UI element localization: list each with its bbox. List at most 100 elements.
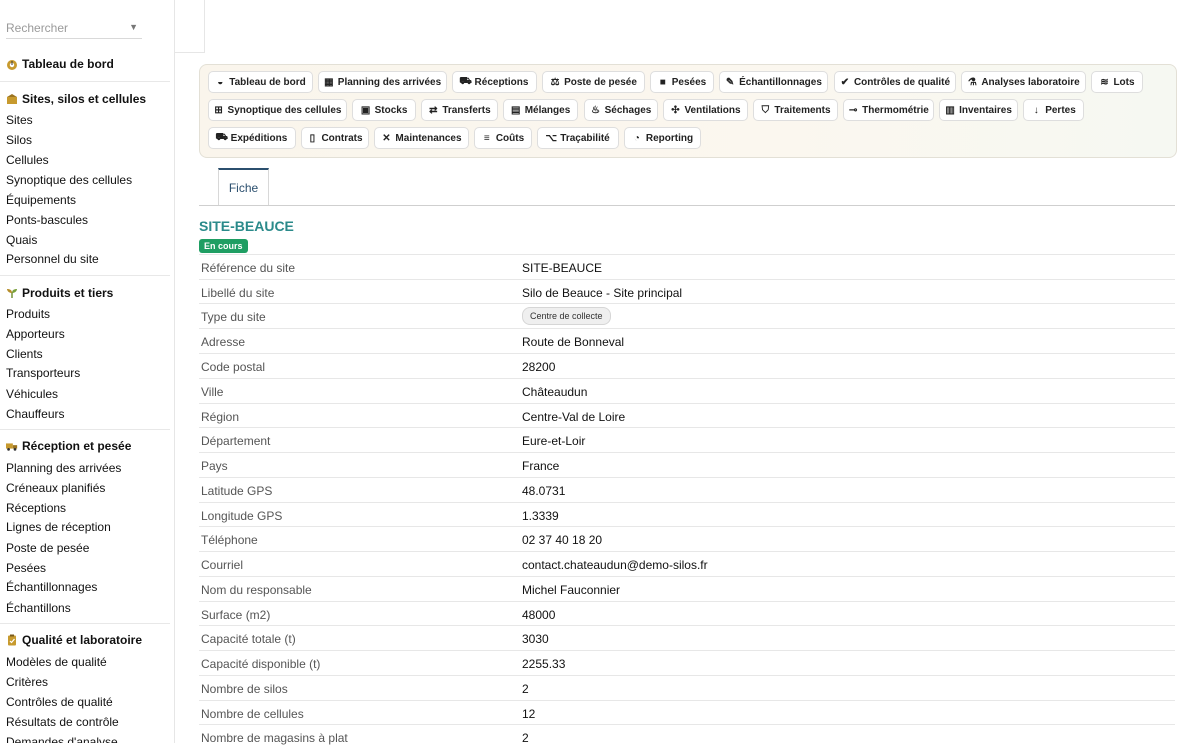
field-label: Nombre de silos (201, 682, 288, 696)
field-value: Châteaudun (522, 385, 588, 399)
sidebar-item-quais[interactable]: Quais (6, 233, 37, 247)
sidebar-item-demandes-analyse[interactable]: Demandes d'analyse (6, 735, 118, 743)
header-box (174, 0, 205, 53)
field-label: Nom du responsable (201, 583, 312, 597)
sidebar-item-apporteurs[interactable]: Apporteurs (6, 327, 65, 341)
sidebar-item-receptions[interactable]: Réceptions (6, 501, 66, 515)
field-row: Code postal 28200 (199, 353, 1175, 379)
truck-icon (6, 440, 18, 452)
sidebar-item-poste-pesee[interactable]: Poste de pesée (6, 541, 89, 555)
menu-receptions[interactable]: ⛟ Réceptions (452, 71, 537, 93)
sidebar-item-chauffeurs[interactable]: Chauffeurs (6, 407, 64, 421)
menu-synoptique-cellules[interactable]: ⊞ Synoptique des cellules (208, 99, 347, 121)
menu-label: Ventilations (684, 104, 741, 116)
field-label: Téléphone (201, 533, 258, 547)
menu-controles-qualite[interactable]: ✔ Contrôles de qualité (834, 71, 956, 93)
sidebar-item-silos[interactable]: Silos (6, 133, 32, 147)
sidebar-item-vehicules[interactable]: Véhicules (6, 387, 58, 401)
menu-contrats[interactable]: ▯ Contrats (301, 127, 369, 149)
menu-stocks[interactable]: ▣ Stocks (352, 99, 416, 121)
menu-inventaires[interactable]: ▥ Inventaires (939, 99, 1018, 121)
menu-reporting[interactable]: ◔ Reporting (624, 127, 701, 149)
field-value: 48.0731 (522, 484, 566, 498)
menu-analyses-laboratoire[interactable]: ⚗ Analyses laboratoire (961, 71, 1086, 93)
menu-poste-pesee[interactable]: ⚖ Poste de pesée (542, 71, 645, 93)
sidebar-item-echantillons[interactable]: Échantillons (6, 601, 71, 615)
grid-icon: ⊞ (214, 104, 223, 116)
menu-expeditions[interactable]: ⛟ Expéditions (208, 127, 296, 149)
sidebar-item-modeles-qualite[interactable]: Modèles de qualité (6, 655, 107, 669)
fan-icon: ✣ (671, 104, 680, 116)
sidebar-item-planning[interactable]: Planning des arrivées (6, 461, 121, 475)
sidebar-item-cellules[interactable]: Cellules (6, 153, 49, 167)
field-row: Nombre de magasins à plat 2 (199, 724, 1175, 745)
menu-label: Planning des arrivées (337, 76, 442, 88)
sidebar-item-transporteurs[interactable]: Transporteurs (6, 366, 80, 380)
sidebar-item-lignes-reception[interactable]: Lignes de réception (6, 520, 111, 534)
field-label: Libellé du site (201, 286, 275, 300)
shuffle-icon: ⇄ (429, 104, 438, 116)
menu-label: Transferts (442, 104, 491, 116)
sidebar-item-echantillonnages[interactable]: Échantillonnages (6, 580, 97, 594)
sidebar-section-title: Produits et tiers (22, 286, 114, 300)
sidebar-item-sites[interactable]: Sites (6, 113, 33, 127)
page-title: SITE-BEAUCE (199, 218, 294, 234)
field-row: Région Centre-Val de Loire (199, 403, 1175, 429)
menu-thermometrie[interactable]: ⊸ Thermométrie (843, 99, 934, 121)
menu-pertes[interactable]: ↓ Pertes (1023, 99, 1084, 121)
sidebar-item-controles-qualite[interactable]: Contrôles de qualité (6, 695, 113, 709)
boxes-icon: ▣ (360, 104, 371, 116)
menu-label: Thermométrie (862, 104, 929, 116)
pie-chart-icon: ◔ (633, 132, 640, 144)
menu-echantillonnages[interactable]: ✎ Échantillonnages (719, 71, 828, 93)
microscope-icon: ⚗ (967, 76, 977, 88)
field-label: Capacité disponible (t) (201, 657, 321, 671)
menu-traitements[interactable]: ⛉ Traitements (753, 99, 838, 121)
sidebar-item-pesees[interactable]: Pesées (6, 561, 46, 575)
sidebar-section-sites[interactable]: Sites, silos et cellules (6, 92, 146, 106)
menu-label: Traitements (774, 104, 831, 116)
menu-planning-arrivees[interactable]: ▦ Planning des arrivées (318, 71, 447, 93)
sidebar-item-clients[interactable]: Clients (6, 347, 43, 361)
sidebar-item-ponts-bascules[interactable]: Ponts-bascules (6, 213, 88, 227)
menu-maintenances[interactable]: ✕ Maintenances (374, 127, 469, 149)
chevron-down-icon[interactable]: ▼ (129, 22, 138, 32)
menu-melanges[interactable]: ▤ Mélanges (503, 99, 578, 121)
sidebar-section-qualite[interactable]: Qualité et laboratoire (6, 633, 142, 647)
field-label: Surface (m2) (201, 608, 271, 622)
sidebar-item-equipements[interactable]: Équipements (6, 193, 76, 207)
arrow-down-icon: ↓ (1033, 104, 1039, 116)
divider (0, 623, 170, 624)
sidebar-item-synoptique[interactable]: Synoptique des cellules (6, 173, 132, 187)
sidebar-item-criteres[interactable]: Critères (6, 675, 48, 689)
menu-ventilations[interactable]: ✣ Ventilations (663, 99, 748, 121)
sidebar-section-reception[interactable]: Réception et pesée (6, 439, 131, 453)
pipette-icon: ✎ (725, 76, 735, 88)
sidebar-item-creneaux[interactable]: Créneaux planifiés (6, 481, 105, 495)
menu-lots[interactable]: ≋ Lots (1091, 71, 1143, 93)
menu-pesees[interactable]: ■ Pesées (650, 71, 714, 93)
sidebar-item-produits[interactable]: Produits (6, 307, 50, 321)
tab-fiche[interactable]: Fiche (218, 168, 269, 205)
menu-transferts[interactable]: ⇄ Transferts (421, 99, 498, 121)
sidebar-section-title: Qualité et laboratoire (22, 633, 143, 647)
menu-label: Inventaires (959, 104, 1012, 116)
field-row: Longitude GPS 1.3339 (199, 502, 1175, 528)
menu-sechages[interactable]: ♨ Séchages (584, 99, 658, 121)
sidebar-dashboard[interactable]: Tableau de bord (6, 57, 114, 71)
sidebar-section-produits[interactable]: Produits et tiers (6, 286, 113, 300)
field-value: 1.3339 (522, 509, 559, 523)
menu-couts[interactable]: ≡ Coûts (474, 127, 532, 149)
field-value: Eure-et-Loir (522, 434, 586, 448)
menu-label: Mélanges (524, 104, 571, 116)
menu-tableau-de-bord[interactable]: ◒ Tableau de bord (208, 71, 313, 93)
status-badge: En cours (199, 239, 248, 253)
field-row: Nombre de silos 2 (199, 675, 1175, 701)
field-label: Département (201, 434, 271, 448)
menu-tracabilite[interactable]: ⌥ Traçabilité (537, 127, 619, 149)
thermometer-icon: ⊸ (848, 104, 858, 116)
search-input[interactable]: Rechercher ▼ (6, 18, 142, 39)
sidebar-item-personnel[interactable]: Personnel du site (6, 252, 99, 266)
field-value: 2255.33 (522, 657, 566, 671)
sidebar-item-resultats-controle[interactable]: Résultats de contrôle (6, 715, 119, 729)
